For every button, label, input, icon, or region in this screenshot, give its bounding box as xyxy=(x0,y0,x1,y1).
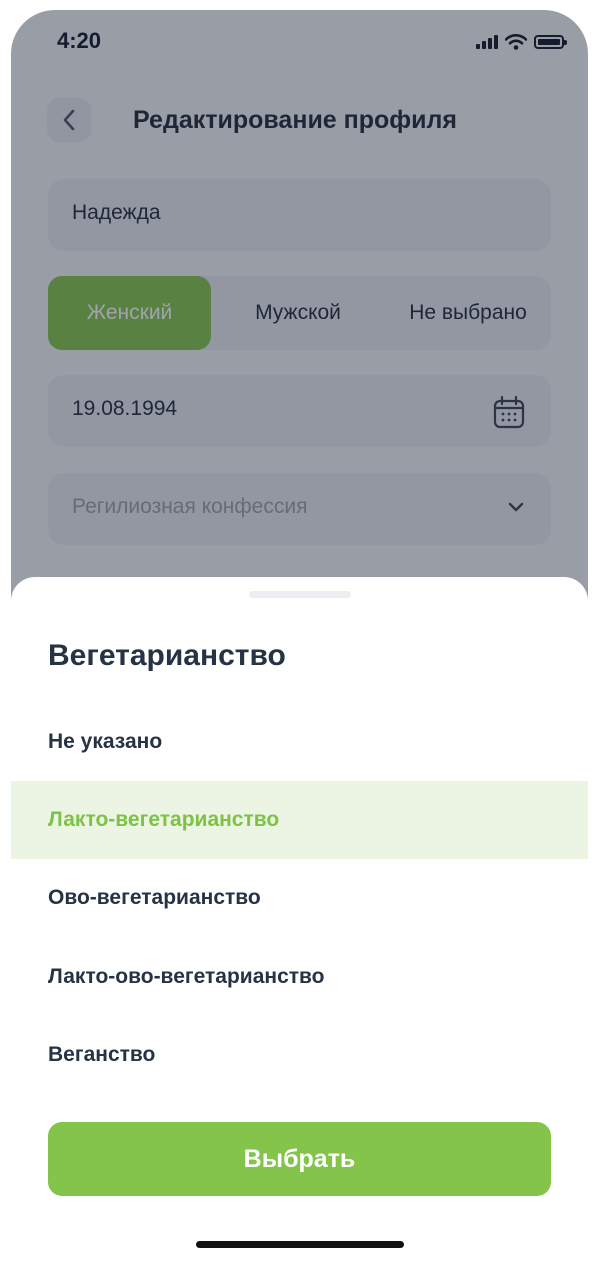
bottom-sheet: Вегетарианство Не указано Лакто-вегетари… xyxy=(11,577,588,1270)
modal-backdrop[interactable] xyxy=(11,10,588,650)
option-not-specified[interactable]: Не указано xyxy=(11,703,588,781)
select-button[interactable]: Выбрать xyxy=(48,1122,551,1196)
home-indicator xyxy=(196,1241,404,1248)
phone-screen: 4:20 Редактирование профиля Надежда Женс… xyxy=(11,10,588,1270)
option-lacto-ovo-vegetarianism[interactable]: Лакто-ово-вегетарианство xyxy=(11,938,588,1016)
sheet-grabber[interactable] xyxy=(249,591,351,598)
option-veganism[interactable]: Веганство xyxy=(11,1016,588,1094)
sheet-title: Вегетарианство xyxy=(48,639,286,672)
option-ovo-vegetarianism[interactable]: Ово-вегетарианство xyxy=(11,859,588,937)
option-lacto-vegetarianism[interactable]: Лакто-вегетарианство xyxy=(11,781,588,859)
